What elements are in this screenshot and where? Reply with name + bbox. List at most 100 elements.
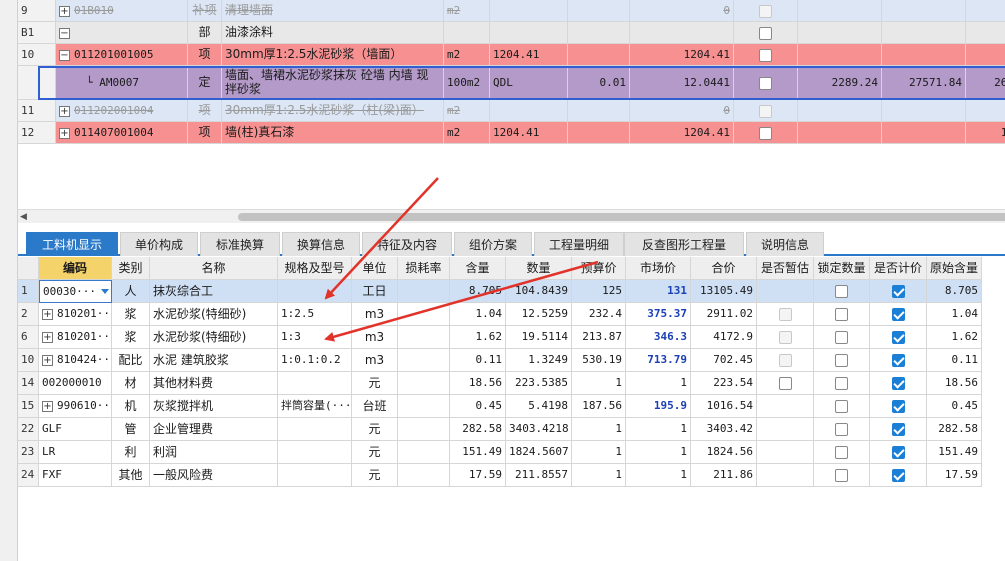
- cell-priced[interactable]: [870, 303, 927, 326]
- expand-icon[interactable]: +: [42, 308, 53, 320]
- tab-3[interactable]: 换算信息: [282, 232, 360, 256]
- cell-lock[interactable]: [814, 372, 870, 395]
- cell-priced[interactable]: [870, 464, 927, 487]
- column-header-spec[interactable]: 规格及型号: [278, 257, 352, 280]
- expand-icon[interactable]: +: [42, 354, 53, 366]
- cell-priced[interactable]: [870, 395, 927, 418]
- priced-checkbox[interactable]: [891, 445, 905, 459]
- lock-qty-checkbox[interactable]: [835, 468, 848, 482]
- tab-5[interactable]: 组价方案: [454, 232, 532, 256]
- priced-checkbox[interactable]: [891, 422, 905, 436]
- bill-row[interactable]: 11 +011202001004 项 30mm厚1:2.5水泥砂浆（柱(梁)面） m2 0: [18, 100, 1005, 122]
- priced-checkbox[interactable]: [891, 399, 905, 413]
- expand-icon[interactable]: +: [42, 400, 53, 412]
- lock-qty-checkbox[interactable]: [835, 376, 848, 390]
- cell-code[interactable]: +810201···: [39, 326, 112, 349]
- cell-priced[interactable]: [870, 418, 927, 441]
- lock-qty-checkbox[interactable]: [835, 307, 848, 321]
- tab-2[interactable]: 标准换算: [200, 232, 280, 256]
- bill-checkbox[interactable]: [759, 126, 772, 140]
- column-header-market[interactable]: 市场价: [626, 257, 691, 280]
- expand-icon[interactable]: +: [59, 127, 70, 139]
- estimate-checkbox[interactable]: [778, 307, 792, 321]
- expand-icon[interactable]: +: [59, 5, 70, 17]
- cell-lock[interactable]: [814, 280, 870, 303]
- lock-qty-checkbox[interactable]: [835, 284, 848, 298]
- cell-lock[interactable]: [814, 326, 870, 349]
- cell-priced[interactable]: [870, 326, 927, 349]
- column-header-priced[interactable]: 是否计价: [870, 257, 927, 280]
- bill-checkbox[interactable]: [759, 4, 772, 18]
- cell-est[interactable]: [757, 349, 814, 372]
- cell-est[interactable]: [757, 326, 814, 349]
- cell-lock[interactable]: [814, 303, 870, 326]
- priced-checkbox[interactable]: [891, 376, 905, 390]
- tab-0[interactable]: 工料机显示: [26, 232, 118, 256]
- estimate-checkbox[interactable]: [778, 376, 792, 390]
- bill-cell-chk[interactable]: [734, 44, 798, 66]
- cell-est[interactable]: [757, 395, 814, 418]
- cell-lock[interactable]: [814, 395, 870, 418]
- tab-4[interactable]: 特征及内容: [362, 232, 452, 256]
- bill-checkbox[interactable]: [759, 26, 772, 40]
- tab-7[interactable]: 反查图形工程量: [624, 232, 744, 256]
- bill-cell-chk[interactable]: [734, 100, 798, 122]
- cell-lock[interactable]: [814, 464, 870, 487]
- cell-code[interactable]: GLF: [39, 418, 112, 441]
- lock-qty-checkbox[interactable]: [835, 330, 848, 344]
- cell-est[interactable]: [757, 280, 814, 303]
- column-header-total[interactable]: 合价: [691, 257, 757, 280]
- column-header-budget[interactable]: 预算价: [572, 257, 626, 280]
- estimate-checkbox[interactable]: [778, 330, 792, 344]
- cell-lock[interactable]: [814, 418, 870, 441]
- column-header-loss[interactable]: 损耗率: [398, 257, 450, 280]
- priced-checkbox[interactable]: [891, 468, 905, 482]
- scrollbar-thumb[interactable]: [238, 213, 1005, 221]
- column-header-unit[interactable]: 单位: [352, 257, 398, 280]
- column-header-lock[interactable]: 锁定数量: [814, 257, 870, 280]
- priced-checkbox[interactable]: [891, 284, 905, 298]
- lock-qty-checkbox[interactable]: [835, 445, 848, 459]
- bill-row[interactable]: └ AM0007 定墙面、墙裙水泥砂浆抹灰 砼墙 内墙 现拌砂浆 100m2 QDL 0…: [18, 66, 1005, 100]
- bill-cell-chk[interactable]: [734, 22, 798, 44]
- cell-code[interactable]: 002000010: [39, 372, 112, 395]
- cell-code[interactable]: FXF: [39, 464, 112, 487]
- tab-1[interactable]: 单价构成: [120, 232, 198, 256]
- bill-row[interactable]: B1 − 部油漆涂料: [18, 22, 1005, 44]
- cell-code[interactable]: +990610···: [39, 395, 112, 418]
- priced-checkbox[interactable]: [891, 330, 905, 344]
- lock-qty-checkbox[interactable]: [835, 399, 848, 413]
- cell-est[interactable]: [757, 418, 814, 441]
- bill-cell-chk[interactable]: [734, 122, 798, 144]
- cell-lock[interactable]: [814, 441, 870, 464]
- cell-est[interactable]: [757, 303, 814, 326]
- bill-row[interactable]: 9 +01B010 补项 清理墙面 m2 0: [18, 0, 1005, 22]
- cell-code[interactable]: 00030···: [39, 280, 112, 303]
- cell-priced[interactable]: [870, 280, 927, 303]
- cell-est[interactable]: [757, 441, 814, 464]
- dropdown-arrow-icon[interactable]: [101, 289, 109, 294]
- bill-checkbox[interactable]: [759, 48, 772, 62]
- column-header-cat[interactable]: 类别: [112, 257, 150, 280]
- cell-code[interactable]: +810201···: [39, 303, 112, 326]
- collapse-icon[interactable]: −: [59, 49, 70, 61]
- bill-row[interactable]: 10 −011201001005 项 30mm厚1:2.5水泥砂浆（墙面） m2 1204…: [18, 44, 1005, 66]
- cell-priced[interactable]: [870, 441, 927, 464]
- tab-6[interactable]: 工程量明细: [534, 232, 624, 256]
- column-header-orig[interactable]: 原始含量: [927, 257, 982, 280]
- column-header-content[interactable]: 含量: [450, 257, 506, 280]
- lock-qty-checkbox[interactable]: [835, 353, 848, 367]
- lock-qty-checkbox[interactable]: [835, 422, 848, 436]
- collapse-icon[interactable]: −: [59, 27, 70, 39]
- cell-code[interactable]: +810424···: [39, 349, 112, 372]
- cell-est[interactable]: [757, 464, 814, 487]
- cell-lock[interactable]: [814, 349, 870, 372]
- estimate-checkbox[interactable]: [778, 353, 792, 367]
- column-header-code[interactable]: 编码: [39, 257, 112, 280]
- scroll-left-icon[interactable]: ◀: [20, 212, 27, 222]
- cell-priced[interactable]: [870, 372, 927, 395]
- horizontal-scrollbar[interactable]: ◀: [18, 209, 1005, 223]
- tab-8[interactable]: 说明信息: [746, 232, 824, 256]
- column-header-qty[interactable]: 数量: [506, 257, 572, 280]
- bill-checkbox[interactable]: [759, 104, 772, 118]
